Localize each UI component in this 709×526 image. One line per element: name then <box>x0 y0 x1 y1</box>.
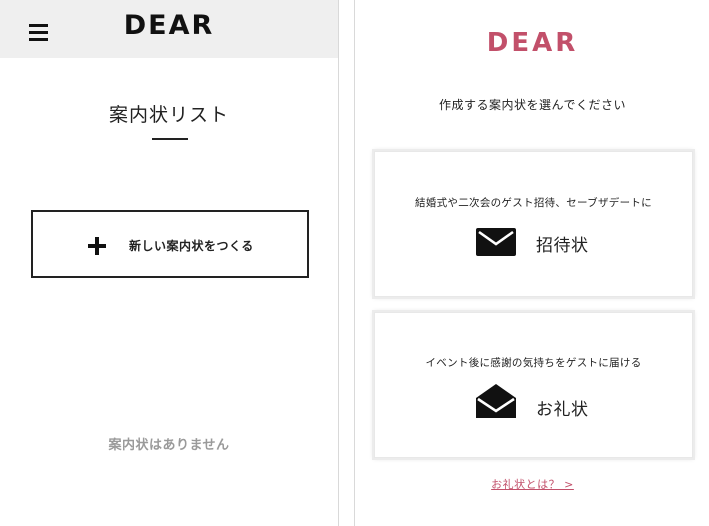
option-description: 結婚式や二次会のゲスト招待、セーブザデートに <box>415 197 652 209</box>
title-underline <box>152 138 188 140</box>
create-invitation-label: 新しい案内状をつくる <box>129 239 254 253</box>
selection-prompt: 作成する案内状を選んでください <box>439 98 626 112</box>
option-label: 招待状 <box>536 236 589 256</box>
envelope-open-icon <box>476 384 516 418</box>
select-type-screen: DEAR 作成する案内状を選んでください 結婚式や二次会のゲスト招待、セーブザデ… <box>354 0 709 526</box>
top-bar: DEAR <box>0 0 338 58</box>
option-label: お礼状 <box>536 400 589 420</box>
plus-icon <box>88 237 106 255</box>
list-screen: DEAR 案内状リスト 新しい案内状をつくる 案内状はありません <box>0 0 339 526</box>
empty-state-message: 案内状はありません <box>108 438 230 453</box>
brand-logo: DEAR <box>486 28 579 58</box>
create-invitation-button[interactable]: 新しい案内状をつくる <box>31 210 309 278</box>
option-description: イベント後に感謝の気持ちをゲストに届ける <box>425 357 642 369</box>
about-thank-you-link[interactable]: お礼状とは？ > <box>355 476 709 492</box>
brand-logo[interactable]: DEAR <box>0 10 338 41</box>
thank-you-option-card[interactable]: イベント後に感謝の気持ちをゲストに届ける お礼状 <box>374 312 693 458</box>
page-title: 案内状リスト <box>108 104 229 126</box>
envelope-closed-icon <box>476 228 516 256</box>
invitation-option-card[interactable]: 結婚式や二次会のゲスト招待、セーブザデートに 招待状 <box>374 151 693 297</box>
